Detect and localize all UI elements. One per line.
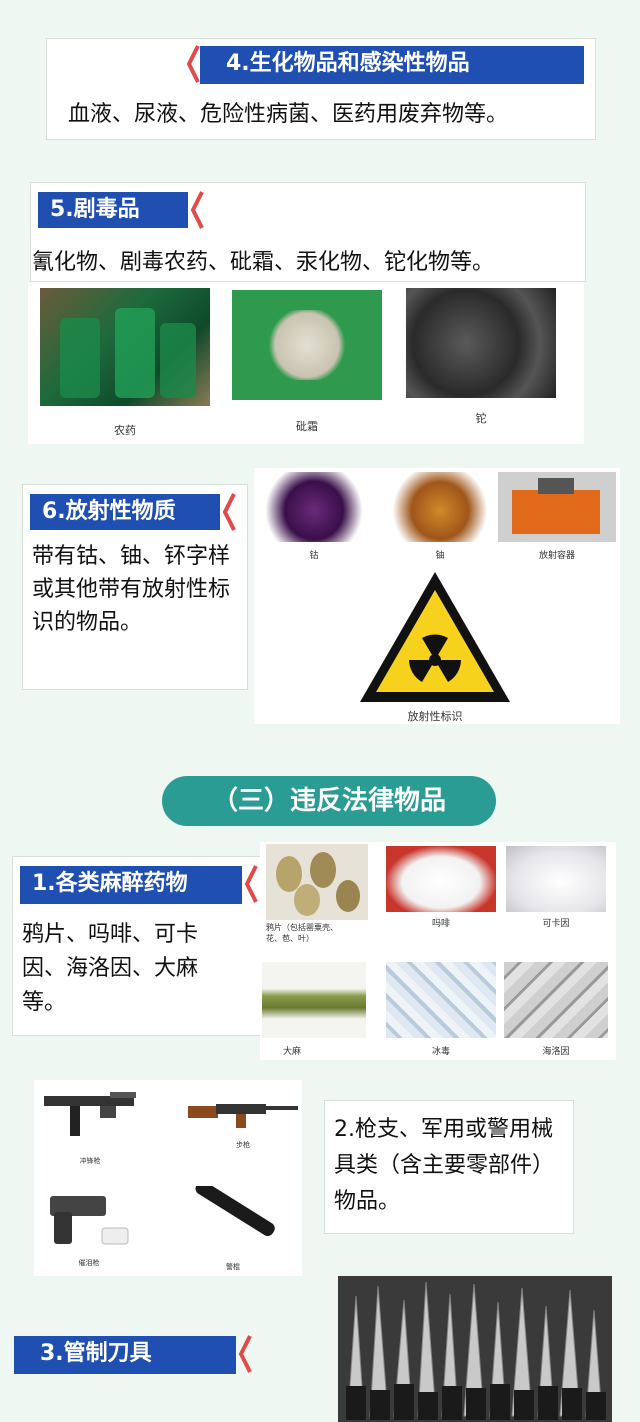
heroin-caption: 海洛因 — [542, 1047, 570, 1057]
meth-caption: 冰毒 — [431, 1047, 450, 1057]
radiation-warning-icon — [360, 572, 510, 702]
uranium-image — [390, 472, 490, 542]
drugs-header: 1.各类麻醉药物 — [20, 865, 258, 904]
submachine-gun-icon — [44, 1092, 136, 1136]
chevron-icon — [238, 1335, 252, 1373]
knives-header: 3.管制刀具 — [14, 1335, 252, 1374]
opium-image — [266, 844, 368, 920]
tear-gas-caption: 催泪枪 — [78, 1259, 100, 1267]
cobalt-image — [262, 472, 366, 542]
cocaine-image — [506, 846, 606, 912]
knives-image — [338, 1276, 612, 1422]
tear-gas-gun-icon — [50, 1196, 129, 1245]
sec5-text: 氰化物、剧毒农药、砒霜、汞化物、铊化物等。 — [32, 250, 495, 275]
cobalt-caption: 钴 — [309, 551, 319, 561]
sec6-title: 6.放射性物质 — [42, 499, 176, 524]
chevron-icon — [244, 865, 258, 903]
container-caption: 放射容器 — [538, 551, 575, 561]
cocaine-caption: 可卡因 — [542, 919, 570, 929]
baton-caption: 警棍 — [226, 1263, 240, 1271]
smg-caption: 冲锋枪 — [79, 1157, 101, 1165]
rifle-icon — [188, 1104, 298, 1128]
morphine-caption: 吗啡 — [431, 919, 450, 929]
sec6-header: 6.放射性物质 — [30, 493, 236, 531]
baton-icon — [195, 1186, 275, 1236]
chevron-icon — [190, 191, 204, 229]
thallium-caption: 铊 — [475, 412, 487, 425]
chevron-icon — [222, 493, 236, 531]
heroin-image — [504, 962, 608, 1038]
thallium-image — [406, 288, 556, 398]
pesticide-caption: 农药 — [114, 424, 136, 437]
section3-pill: （三）违反法律物品 — [162, 776, 496, 826]
sec5-header: 5.剧毒品 — [38, 191, 204, 229]
pesticide-image — [40, 288, 210, 406]
rifle-caption: 步枪 — [236, 1141, 250, 1149]
cannabis-caption: 大麻 — [282, 1047, 301, 1057]
arsenic-image — [232, 290, 382, 400]
guns-text: 2.枪支、军用或警用械具类（含主要零部件）物品。 — [334, 1117, 555, 1214]
container-image — [498, 472, 616, 542]
chevron-icon — [186, 45, 200, 83]
sec4-header: 4.生化物品和感染性物品 — [186, 45, 584, 84]
knives-title: 3.管制刀具 — [40, 1341, 152, 1366]
section3-title: （三）违反法律物品 — [211, 786, 446, 816]
meth-image — [386, 962, 496, 1038]
radiation-caption: 放射性标识 — [407, 710, 463, 723]
sec4-text: 血液、尿液、危险性病菌、医药用废弃物等。 — [68, 102, 509, 127]
sec6-text: 带有钴、铀、钚字样或其他带有放射性标识的物品。 — [32, 544, 231, 635]
drugs-text: 鸦片、吗啡、可卡因、海洛因、大麻等。 — [22, 922, 199, 1015]
cannabis-image — [262, 962, 366, 1038]
arsenic-caption: 砒霜 — [296, 420, 318, 433]
morphine-image — [386, 846, 496, 912]
opium-caption: 鸦片（包括罂粟壳、花、苞、叶） — [266, 923, 338, 943]
drugs-title: 1.各类麻醉药物 — [32, 871, 188, 896]
uranium-caption: 铀 — [435, 551, 445, 561]
sec5-title: 5.剧毒品 — [50, 197, 140, 222]
sec4-title: 4.生化物品和感染性物品 — [226, 51, 470, 76]
